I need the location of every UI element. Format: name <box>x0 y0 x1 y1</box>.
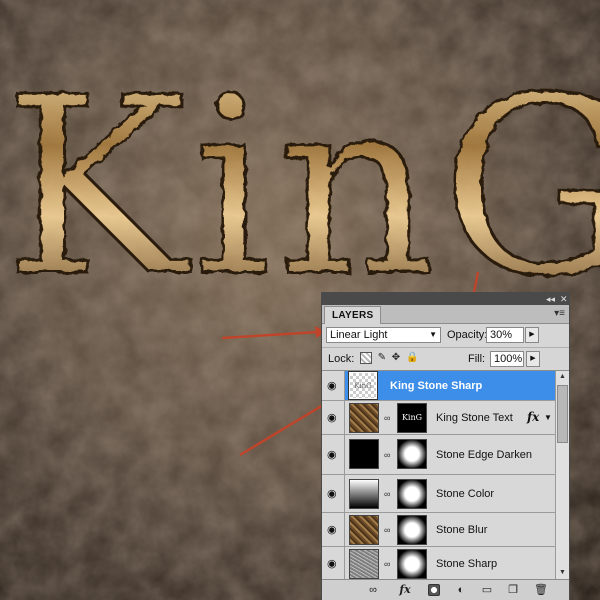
mask-icon[interactable] <box>428 584 440 596</box>
eye-icon: ◉ <box>327 488 337 500</box>
folder-icon[interactable]: ▭ <box>480 583 494 597</box>
layer-row-king-stone-text[interactable]: ◉ ∞ KinG King Stone Text fx ▼ <box>322 401 555 435</box>
layer-row-stone-edge-darken[interactable]: ◉ ∞ Stone Edge Darken <box>322 435 555 475</box>
layer-mask-thumbnail: KinG <box>397 403 427 433</box>
layers-scrollbar[interactable]: ▲ ▼ <box>555 371 569 579</box>
eye-icon: ◉ <box>327 380 337 392</box>
blend-mode-value: Linear Light <box>330 329 388 341</box>
layer-name[interactable]: Stone Sharp <box>436 558 497 570</box>
fill-input[interactable]: 100% <box>490 351 524 367</box>
chevron-down-icon: ▼ <box>429 330 437 339</box>
adjustment-icon <box>349 479 379 509</box>
opacity-input[interactable]: 30% <box>486 327 524 343</box>
close-icon[interactable]: ✕ <box>560 293 568 305</box>
expand-effects-icon[interactable]: ▼ <box>544 413 552 422</box>
lock-transparent-icon[interactable] <box>360 352 372 364</box>
panel-menu-icon[interactable]: ▾≡ <box>554 308 565 320</box>
lock-fill-row: Lock: ✎ ✥ 🔒 Fill: 100% ▶ <box>322 348 569 371</box>
scroll-up-icon[interactable]: ▲ <box>556 371 569 383</box>
link-icon[interactable]: ∞ <box>384 450 390 460</box>
layer-name[interactable]: Stone Blur <box>436 524 487 536</box>
opacity-label: Opacity: <box>447 329 488 341</box>
new-layer-icon[interactable]: ❐ <box>506 583 520 597</box>
lock-label: Lock: <box>328 353 355 365</box>
layer-row-stone-color[interactable]: ◉ ∞ Stone Color <box>322 475 555 513</box>
layers-panel: ◂◂ ✕ LAYERS ▾≡ Linear Light ▼ Opacity: 3… <box>321 292 570 600</box>
layer-row-king-stone-sharp[interactable]: ◉ KinG King Stone Sharp <box>322 371 555 401</box>
layer-mask-thumbnail <box>397 479 427 509</box>
layers-list: ◉ KinG King Stone Sharp ◉ ∞ KinG King St… <box>322 371 555 579</box>
eye-icon: ◉ <box>327 558 337 570</box>
link-icon[interactable]: ∞ <box>384 489 390 499</box>
layer-row-stone-blur[interactable]: ◉ ∞ Stone Blur <box>322 513 555 547</box>
fill-label: Fill: <box>468 353 486 365</box>
fx-icon[interactable]: fx <box>527 410 539 424</box>
layer-name[interactable]: Stone Edge Darken <box>436 449 532 461</box>
layer-row-stone-sharp[interactable]: ◉ ∞ Stone Sharp <box>322 547 555 579</box>
layer-thumbnail <box>349 403 379 433</box>
link-icon[interactable]: ∞ <box>384 413 390 423</box>
panel-tab-bar: LAYERS ▾≡ <box>322 305 569 324</box>
layer-thumbnail <box>349 549 379 579</box>
blend-mode-select[interactable]: Linear Light ▼ <box>326 327 441 343</box>
lock-all-icon[interactable]: 🔒 <box>406 352 418 364</box>
layer-name[interactable]: King Stone Sharp <box>390 380 482 392</box>
eye-icon: ◉ <box>327 449 337 461</box>
double-chevron-icon[interactable]: ◂◂ <box>546 293 555 305</box>
visibility-toggle[interactable]: ◉ <box>322 435 345 474</box>
layer-name[interactable]: Stone Color <box>436 488 494 500</box>
layer-thumbnail <box>349 439 379 469</box>
eye-icon: ◉ <box>327 412 337 424</box>
link-icon[interactable]: ∞ <box>384 525 390 535</box>
lock-image-icon[interactable]: ✎ <box>376 352 388 364</box>
visibility-toggle[interactable]: ◉ <box>322 401 345 434</box>
layer-mask-thumbnail <box>397 515 427 545</box>
eye-icon: ◉ <box>327 524 337 536</box>
visibility-toggle[interactable]: ◉ <box>322 371 345 400</box>
adjustment-icon[interactable]: ◐ <box>454 583 468 597</box>
scroll-down-icon[interactable]: ▼ <box>556 567 569 579</box>
visibility-toggle[interactable]: ◉ <box>322 475 345 512</box>
layer-mask-thumbnail <box>397 439 427 469</box>
opacity-slider-button[interactable]: ▶ <box>525 327 539 343</box>
trash-icon[interactable]: 🗑 <box>534 583 548 597</box>
layer-name[interactable]: King Stone Text <box>436 412 513 424</box>
fx-icon[interactable]: fx <box>398 583 412 597</box>
link-icon[interactable]: ∞ <box>366 583 380 597</box>
blend-opacity-row: Linear Light ▼ Opacity: 30% ▶ <box>322 323 569 348</box>
layer-thumbnail: KinG <box>348 371 378 400</box>
visibility-toggle[interactable]: ◉ <box>322 513 345 546</box>
visibility-toggle[interactable]: ◉ <box>322 547 345 579</box>
panel-footer-toolbar: ∞ fx ◐ ▭ ❐ 🗑 <box>322 579 569 600</box>
lock-position-icon[interactable]: ✥ <box>390 352 402 364</box>
panel-title-strip: ◂◂ ✕ <box>322 293 569 305</box>
fill-slider-button[interactable]: ▶ <box>526 351 540 367</box>
scrollbar-thumb[interactable] <box>557 385 568 443</box>
link-icon[interactable]: ∞ <box>384 559 390 569</box>
layer-mask-thumbnail <box>397 549 427 579</box>
tab-layers[interactable]: LAYERS <box>324 306 382 324</box>
layer-thumbnail <box>349 515 379 545</box>
king-title-text: KinG <box>4 45 600 330</box>
